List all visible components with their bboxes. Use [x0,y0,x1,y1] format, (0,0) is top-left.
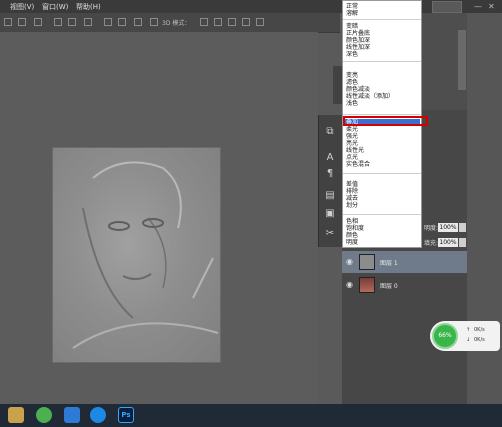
workspace-switcher[interactable] [432,1,462,13]
blend-pin-light[interactable]: 点光 [346,154,358,161]
blend-hue[interactable]: 色相 [346,218,358,225]
taskbar: Ps [0,404,502,427]
align-bottom-icon[interactable] [84,18,92,26]
document-canvas[interactable] [52,147,221,363]
visibility-eye-icon[interactable]: ◉ [346,257,353,266]
menu-view[interactable]: 视图(V) [10,2,34,12]
blend-linear-light[interactable]: 线性光 [346,147,364,154]
visibility-eye-icon[interactable]: ◉ [346,280,353,289]
menu-divider [343,19,421,20]
menu-help[interactable]: 帮助(H) [76,2,101,12]
canvas-area[interactable] [0,32,318,404]
file-explorer-icon[interactable] [8,407,24,423]
browser-icon[interactable] [36,407,52,423]
menu-divider [343,114,421,115]
layer-thumbnail [359,254,375,270]
options-bar: 3D 模式： [0,13,340,33]
layer-row[interactable]: ◉ 图层 0 [342,274,467,296]
align-left-icon[interactable] [4,18,12,26]
blend-darken[interactable]: 变暗 [346,23,358,30]
blend-exclusion[interactable]: 排除 [346,188,358,195]
menu-bar: 视图(V) 窗口(W) 帮助(H) — ✕ [0,0,502,13]
fill-row: 填充: 100% [424,238,466,247]
upload-speed: 0K/s [474,327,485,333]
layer-thumbnail [359,277,375,293]
blend-multiply[interactable]: 正片叠底 [346,30,370,37]
opacity-input[interactable]: 100% [438,223,458,232]
panel-scrollbar[interactable] [458,30,466,90]
opacity-row: 明度: 100% [424,223,466,232]
photoshop-icon[interactable]: Ps [118,407,134,423]
blend-hard-light[interactable]: 强光 [346,133,358,140]
3d-pan-icon[interactable] [228,18,236,26]
menu-divider [343,214,421,215]
blend-difference[interactable]: 差值 [346,181,358,188]
blend-color-dodge[interactable]: 颜色减淡 [346,86,370,93]
auto-align-icon[interactable] [150,18,158,26]
distribute-middle-icon[interactable] [118,18,126,26]
3d-rotate-icon[interactable] [200,18,208,26]
tools-icon[interactable]: ✂ [323,227,337,241]
blend-color[interactable]: 颜色 [346,232,358,239]
history-icon[interactable]: ⧉ [323,125,337,139]
media-player-icon[interactable] [90,407,106,423]
menu-divider [343,61,421,62]
blend-screen[interactable]: 滤色 [346,79,358,86]
blend-normal[interactable]: 正常 [346,3,358,10]
download-arrow-icon: ↓ [466,337,471,343]
align-top-icon[interactable] [54,18,62,26]
layer-row[interactable]: ◉ 图层 1 [342,251,467,273]
align-right-icon[interactable] [34,18,42,26]
distribute-bottom-icon[interactable] [134,18,142,26]
align-center-icon[interactable] [18,18,26,26]
blend-lighten[interactable]: 变亮 [346,72,358,79]
paragraph-icon[interactable]: ¶ [323,167,337,181]
blend-color-burn[interactable]: 颜色加深 [346,37,370,44]
download-speed: 0K/s [474,337,485,343]
blend-soft-light[interactable]: 柔光 [346,126,358,133]
layer-name[interactable]: 图层 0 [380,281,398,290]
fill-input[interactable]: 100% [438,238,458,247]
blend-subtract[interactable]: 减去 [346,195,358,202]
overlay-callout-box [343,116,428,126]
photos-icon[interactable] [64,407,80,423]
blend-divide[interactable]: 划分 [346,202,358,209]
3d-roll-icon[interactable] [214,18,222,26]
cpu-usage-gauge: 66% [432,323,458,349]
panel-dock: ⧉ A ¶ ▤ ▣ ✂ [318,115,343,247]
opacity-dropdown-icon[interactable] [459,223,466,232]
close-icon[interactable]: ✕ [488,2,495,11]
character-icon[interactable]: A [323,151,337,165]
blend-lighter-color[interactable]: 浅色 [346,100,358,107]
fill-label: 填充: [424,240,439,247]
align-middle-icon[interactable] [68,18,76,26]
properties-icon[interactable]: ▤ [323,189,337,203]
3d-mode-label: 3D 模式： [162,20,191,27]
blend-hard-mix[interactable]: 实色混合 [346,161,370,168]
blend-dissolve[interactable]: 溶解 [346,10,358,17]
minimize-icon[interactable]: — [474,2,482,11]
3d-slide-icon[interactable] [242,18,250,26]
blend-saturation[interactable]: 饱和度 [346,225,364,232]
blend-vivid-light[interactable]: 亮光 [346,140,358,147]
3d-scale-icon[interactable] [256,18,264,26]
distribute-top-icon[interactable] [104,18,112,26]
layer-name[interactable]: 图层 1 [380,258,398,267]
fill-dropdown-icon[interactable] [459,238,466,247]
upload-arrow-icon: ↑ [466,327,471,333]
info-icon[interactable]: ▣ [323,207,337,221]
blend-darker-color[interactable]: 深色 [346,51,358,58]
menu-window[interactable]: 窗口(W) [42,2,68,12]
blend-linear-dodge[interactable]: 线性减淡（添加） [346,93,394,100]
portrait-edges [72,161,219,349]
blend-luminosity[interactable]: 明度 [346,239,358,246]
blend-linear-burn[interactable]: 线性加深 [346,44,370,51]
network-monitor-widget[interactable]: 66% ↑ 0K/s ↓ 0K/s [430,321,500,351]
opacity-label: 明度: [424,225,439,232]
menu-divider [343,173,421,174]
